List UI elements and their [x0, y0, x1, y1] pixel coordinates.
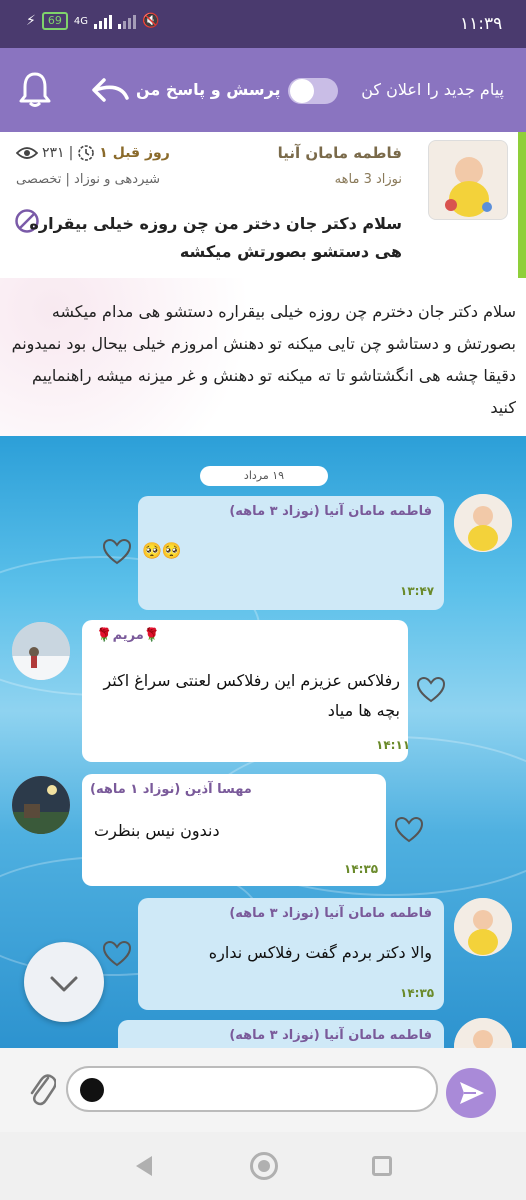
message-sender[interactable]: فاطمه مامان آنیا (نوزاد ۳ ماهه) [229, 504, 432, 519]
date-divider: ۱۹ مرداد [200, 466, 328, 486]
attachment-icon[interactable] [28, 1068, 56, 1108]
avatar[interactable] [454, 1018, 512, 1048]
battery-icon: 69 [41, 12, 68, 30]
nav-back-icon[interactable] [134, 1154, 154, 1178]
eye-icon [16, 147, 38, 159]
clock: ۱۱:۳۹ [460, 14, 503, 34]
heart-icon[interactable] [102, 940, 132, 968]
heart-icon[interactable] [416, 676, 446, 704]
avatar[interactable] [12, 776, 70, 834]
my-qa-label[interactable]: پرسش و پاسخ من [136, 80, 281, 99]
app-toolbar: پرسش و پاسخ من پیام جدید را اعلان کن [0, 48, 526, 132]
clock-icon [78, 145, 95, 161]
status-bar: ⚡ 69 4G 🔇 ۱۱:۳۹ [0, 0, 526, 48]
network-type: 4G [73, 15, 88, 27]
signal-icon [93, 13, 112, 29]
question-title: سلام دکتر جان دختر من چن روزه خیلی بیقرا… [29, 214, 402, 261]
avatar[interactable] [454, 494, 512, 552]
child-age: نوزاد 3 ماهه [334, 172, 402, 187]
send-button[interactable] [446, 1068, 496, 1118]
charging-icon: ⚡ [26, 13, 36, 29]
message-time: ۱۴:۳۵ [400, 986, 435, 1000]
question-meta: ۲۳۱ | ۱ روز قبل [16, 144, 170, 162]
heart-icon[interactable] [102, 538, 132, 566]
question-author-avatar[interactable] [428, 140, 508, 220]
message-input-bar [0, 1048, 526, 1132]
separator: | [68, 145, 74, 161]
message-input[interactable] [108, 1076, 428, 1104]
nav-home-icon[interactable] [250, 1152, 278, 1180]
notify-label: پیام جدید را اعلان کن [361, 80, 504, 99]
question-body: سلام دکتر جان دخترم چن روزه خیلی بیقراره… [0, 278, 526, 436]
reply-arrow-icon[interactable] [90, 76, 130, 104]
question-card[interactable]: فاطمه مامان آنیا نوزاد 3 ماهه ۲۳۱ | ۱ رو… [0, 132, 526, 278]
toggle-knob [290, 79, 314, 103]
message-sender[interactable]: مهسا آذین (نوزاد ۱ ماهه) [90, 782, 252, 797]
message-time: ۱۳:۴۷ [400, 584, 435, 598]
scroll-down-button[interactable] [24, 942, 104, 1022]
message-text: 🥺🥺 [142, 541, 182, 560]
message-field[interactable] [66, 1066, 438, 1112]
mute-icon: 🔇 [141, 13, 160, 29]
send-icon [460, 1082, 484, 1104]
status-icons: ⚡ 69 4G 🔇 [26, 12, 159, 30]
accent-bar [518, 132, 526, 278]
system-nav-bar [0, 1132, 526, 1200]
message-bubble[interactable]: مهسا آذین (نوزاد ۱ ماهه) دندون نیس بنظرت… [82, 774, 386, 886]
chevron-down-icon [50, 976, 78, 992]
chat-area[interactable]: ۱۹ مرداد فاطمه مامان آنیا (نوزاد ۳ ماهه)… [0, 436, 526, 1048]
message-sender[interactable]: فاطمه مامان آنیا (نوزاد ۳ ماهه) [229, 1028, 432, 1043]
avatar[interactable] [454, 898, 512, 956]
heart-icon[interactable] [394, 816, 424, 844]
message-text: دندون نیس بنظرت [94, 821, 220, 840]
message-time: ۱۴:۱۱ [376, 738, 411, 752]
message-time: ۱۴:۳۵ [344, 862, 379, 876]
message-text: رفلاکس عزیزم این رفلاکس لعنتی سراغ اکثر … [103, 671, 400, 720]
signal-icon-2 [117, 13, 136, 29]
question-category: شیردهی و نوزاد | تخصصی [16, 172, 161, 187]
message-bubble[interactable]: فاطمه مامان آنیا (نوزاد ۳ ماهه) [118, 1020, 444, 1048]
view-count: ۲۳۱ [42, 145, 65, 161]
message-bubble[interactable]: فاطمه مامان آنیا (نوزاد ۳ ماهه) والا دکت… [138, 898, 444, 1010]
emoji-icon[interactable] [80, 1078, 104, 1102]
avatar[interactable] [12, 622, 70, 680]
nav-recents-icon[interactable] [372, 1156, 392, 1176]
bell-icon[interactable] [18, 70, 52, 108]
message-sender[interactable]: فاطمه مامان آنیا (نوزاد ۳ ماهه) [229, 906, 432, 921]
message-bubble[interactable]: 🌹مریم🌹 رفلاکس عزیزم این رفلاکس لعنتی سرا… [82, 620, 411, 762]
message-bubble[interactable]: فاطمه مامان آنیا (نوزاد ۳ ماهه) 🥺🥺 ۱۳:۴۷ [138, 496, 444, 610]
message-text: والا دکتر بردم گفت رفلاکس نداره [208, 943, 432, 962]
question-author[interactable]: فاطمه مامان آنیا [278, 144, 402, 162]
question-text: سلام دکتر جان دخترم چن روزه خیلی بیقراره… [11, 302, 516, 417]
notify-toggle[interactable] [288, 78, 338, 104]
message-sender[interactable]: 🌹مریم🌹 [96, 628, 160, 643]
time-ago: ۱ روز قبل [99, 145, 170, 161]
